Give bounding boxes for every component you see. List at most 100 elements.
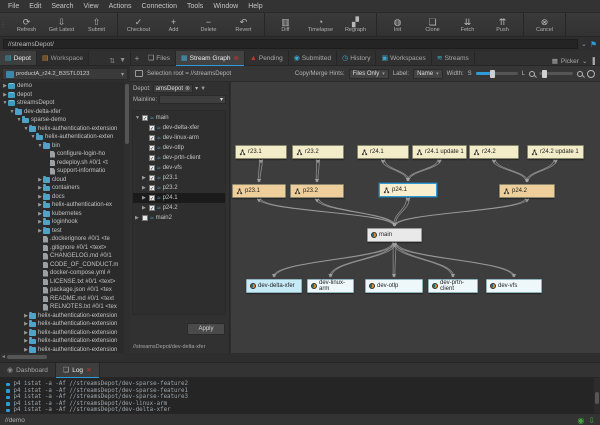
tab-streams[interactable]: ≋Streams — [432, 51, 475, 65]
push-button[interactable]: ⇈Push — [485, 13, 520, 36]
add-button[interactable]: +Add — [156, 13, 191, 36]
regraph-button[interactable]: ▞Regraph — [338, 13, 373, 36]
diff-button[interactable]: ▥Diff — [268, 13, 303, 36]
tree-item[interactable]: ▶helix-authentication-extension — [0, 346, 124, 354]
stream-tree-item[interactable]: ▶✓≈p23.1 — [133, 173, 225, 183]
tree-item[interactable]: configure-login-ho — [0, 150, 124, 159]
mainline-dropdown[interactable]: ▾ — [159, 95, 226, 104]
tree-item[interactable]: ▶helix-authentication-extension — [0, 320, 124, 329]
tree-item[interactable]: ▶docs — [0, 193, 124, 202]
tree-item[interactable]: ▶helix-authentication-ex — [0, 201, 124, 210]
tree-item[interactable]: .dockerignore #0/1 <te — [0, 235, 124, 244]
tab-pending[interactable]: ▲Pending — [245, 51, 289, 65]
tree-item[interactable]: ▶helix-authentication-extension — [0, 337, 124, 346]
tab-workspace[interactable]: ▤ Workspace — [37, 51, 89, 65]
stream-filter-icon[interactable]: ▼ — [200, 86, 206, 92]
width-slider[interactable] — [476, 72, 518, 75]
stream-checkbox[interactable]: ✓ — [149, 135, 155, 141]
submit-button[interactable]: ⇧Submit — [79, 13, 114, 36]
collapsed-icon[interactable]: ▶ — [142, 175, 147, 181]
stream-tree-item[interactable]: ▼✓≈main — [133, 113, 225, 123]
address-dropdown-icon[interactable]: ⌄ — [581, 40, 587, 48]
stream-node-r23.2[interactable]: r23.2 — [292, 145, 344, 159]
menu-item-search[interactable]: Search — [47, 2, 77, 11]
tree-item[interactable]: ▼dev-delta-xfer — [0, 108, 124, 117]
stream-node-dev-otlp[interactable]: dev-otlp — [365, 279, 423, 293]
zoom-out-icon[interactable] — [529, 71, 535, 77]
stream-tree-item[interactable]: ✓≈dev-vfs — [133, 163, 225, 173]
tree-item[interactable]: ▶depot — [0, 91, 124, 100]
depot-filter-value[interactable]: amsDepot ⊗ — [153, 84, 193, 93]
workspace-selector[interactable]: productA_r24.2_B3STL0123 ▾ — [2, 68, 128, 80]
checkout-button[interactable]: ✓Checkout — [121, 13, 156, 36]
stream-node-p23.2[interactable]: p23.2 — [290, 184, 344, 198]
stream-checkbox[interactable]: ✓ — [149, 185, 155, 191]
tree-item[interactable]: ▼helix-authentication-exten — [0, 133, 124, 142]
tree-item[interactable]: .gitignore #0/1 <text> — [0, 244, 124, 253]
menu-item-help[interactable]: Help — [244, 2, 266, 11]
stream-node-dev-vfs[interactable]: dev-vfs — [486, 279, 542, 293]
stream-checkbox[interactable]: ✓ — [142, 115, 148, 121]
get-latest-button[interactable]: ⇩Get Latest — [44, 13, 79, 36]
stream-checkbox[interactable]: ✓ — [149, 195, 155, 201]
stream-node-main[interactable]: main — [367, 228, 422, 242]
stream-node-r24.1[interactable]: r24.1 — [357, 145, 409, 159]
cancel-button[interactable]: ⊗Cancel — [527, 13, 562, 36]
menu-item-connection[interactable]: Connection — [138, 2, 181, 11]
tree-item[interactable]: ▶cloud — [0, 176, 124, 185]
stream-tree-item[interactable]: ✓≈dev-delta-xfer — [133, 123, 225, 133]
tab-workspaces[interactable]: ▣Workspaces — [376, 51, 431, 65]
stream-tree-item[interactable]: ✓≈dev-prtn-client — [133, 153, 225, 163]
tree-item[interactable]: ▶containers — [0, 184, 124, 193]
tab-submitted[interactable]: ◉Submitted — [289, 51, 337, 65]
save-layout-icon[interactable] — [135, 70, 143, 77]
tree-item[interactable]: ▼streamsDepot — [0, 99, 124, 108]
depot-dropdown-icon[interactable]: ▾ — [195, 85, 198, 92]
depot-tree-hscrollbar[interactable]: ◄ — [0, 353, 124, 360]
stream-node-r24.2-update-1[interactable]: r24.2 update 1 — [527, 145, 584, 159]
expanded-icon[interactable]: ▼ — [135, 115, 140, 121]
init-button[interactable]: ◍Init — [380, 13, 415, 36]
clone-button[interactable]: ❏Clone — [415, 13, 450, 36]
collapsed-icon[interactable]: ▶ — [142, 185, 147, 191]
menu-item-tools[interactable]: Tools — [183, 2, 207, 11]
collapsed-icon[interactable]: ▶ — [142, 195, 147, 201]
tab-files[interactable]: ❏Files — [143, 51, 176, 65]
stream-checkbox[interactable]: ✓ — [149, 175, 155, 181]
tree-item[interactable]: ▶loginhook — [0, 218, 124, 227]
tree-item[interactable]: ▼bin — [0, 142, 124, 151]
tree-item[interactable]: ▶helix-authentication-extension — [0, 312, 124, 321]
stream-node-dev-linux-arm[interactable]: dev-linux-arm — [307, 279, 354, 293]
tree-item[interactable]: CHANGELOG.md #0/1 — [0, 252, 124, 261]
bookmark-icon[interactable]: ⚑ — [590, 40, 597, 49]
zoom-in-icon[interactable] — [577, 71, 583, 77]
tree-item[interactable]: CODE_OF_CONDUCT.m — [0, 261, 124, 270]
scroll-left-icon[interactable]: ◄ — [0, 354, 7, 360]
menu-item-actions[interactable]: Actions — [105, 2, 136, 11]
stream-tree-item[interactable]: ▶✓≈p23.2 — [133, 183, 225, 193]
log-scrollbar[interactable] — [594, 378, 600, 413]
tree-item[interactable]: support-informatio — [0, 167, 124, 176]
tab-depot[interactable]: ▤ Depot — [0, 51, 37, 65]
picker-control[interactable]: ▦Picker⌄▐ — [552, 57, 600, 65]
tree-item[interactable]: docker-compose.yml # — [0, 269, 124, 278]
close-tab-icon[interactable]: ✕ — [86, 366, 91, 374]
menu-item-edit[interactable]: Edit — [25, 2, 45, 11]
stream-node-r23.1[interactable]: r23.1 — [235, 145, 287, 159]
tree-item[interactable]: ▶demo — [0, 82, 124, 91]
stream-tree-item[interactable]: ▶✓≈p24.1 — [133, 193, 225, 203]
stream-node-p24.2[interactable]: p24.2 — [499, 184, 555, 198]
stream-node-dev-prtn-client[interactable]: dev-prtn-client — [428, 279, 478, 293]
stream-graph-canvas[interactable]: r23.1r23.2r24.1r24.1 update 1r24.2r24.2 … — [231, 82, 600, 353]
copy-merge-hints-dropdown[interactable]: Files Only ▾ — [349, 69, 389, 79]
stream-node-dev-delta-xfer[interactable]: dev-delta-xfer — [246, 279, 302, 293]
tree-item[interactable]: package.json #0/1 <tex — [0, 286, 124, 295]
menu-item-view[interactable]: View — [80, 2, 103, 11]
clear-depot-icon[interactable]: ⊗ — [185, 85, 190, 92]
revert-button[interactable]: ↶Revert — [226, 13, 261, 36]
stream-node-p23.1[interactable]: p23.1 — [232, 184, 286, 198]
stream-node-p24.1[interactable]: p24.1 — [379, 183, 437, 197]
menu-item-file[interactable]: File — [4, 2, 23, 11]
tree-item[interactable]: README.md #0/1 <text — [0, 295, 124, 304]
tree-item[interactable]: LICENSE.txt #0/1 <text> — [0, 278, 124, 287]
